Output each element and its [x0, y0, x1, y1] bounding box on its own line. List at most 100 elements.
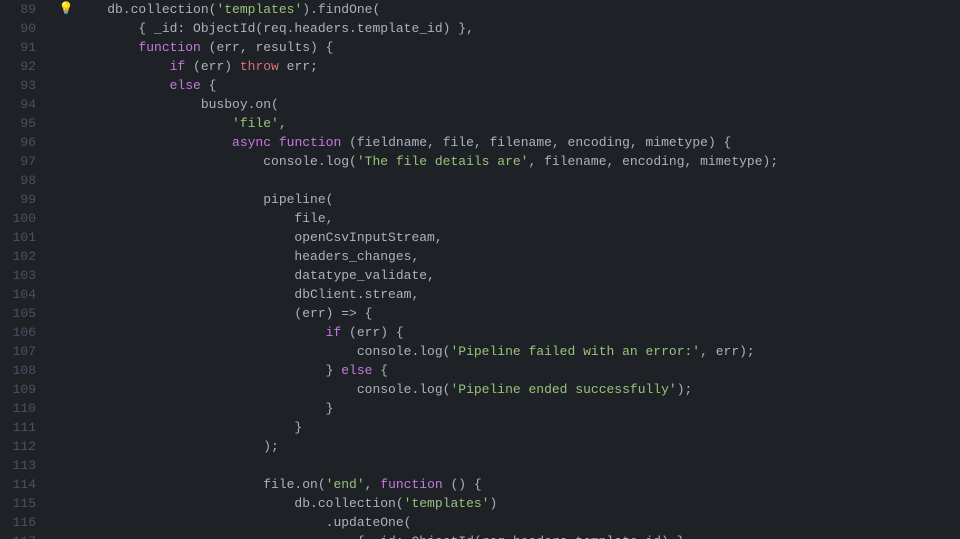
code-text: console.log('The file details are', file… [76, 152, 960, 171]
token [271, 135, 279, 150]
token: 'Pipeline ended successfully' [450, 382, 676, 397]
token: else [170, 78, 201, 93]
code-line: dbClient.stream, [52, 285, 960, 304]
token: 'The file details are' [357, 154, 529, 169]
code-line: file, [52, 209, 960, 228]
token: , err); [700, 344, 755, 359]
token: busboy.on( [76, 97, 279, 112]
token: ); [76, 439, 279, 454]
code-text: datatype_validate, [76, 266, 960, 285]
line-number: 112 [4, 437, 44, 456]
code-text: { _id: ObjectId(req.headers.template_id)… [76, 532, 960, 539]
code-text: console.log('Pipeline ended successfully… [76, 380, 960, 399]
code-line: else { [52, 76, 960, 95]
token: function [380, 477, 442, 492]
token: } [76, 401, 333, 416]
code-text: } [76, 418, 960, 437]
code-text: db.collection('templates') [76, 494, 960, 513]
token: (err) { [341, 325, 403, 340]
code-text: } [76, 399, 960, 418]
token [76, 59, 170, 74]
code-line: pipeline( [52, 190, 960, 209]
line-number: 97 [4, 152, 44, 171]
token: pipeline( [76, 192, 333, 207]
line-numbers: 8990919293949596979899100101102103104105… [0, 0, 52, 539]
code-text: async function (fieldname, file, filenam… [76, 133, 960, 152]
code-line: function (err, results) { [52, 38, 960, 57]
line-number: 101 [4, 228, 44, 247]
bulb-icon[interactable]: 💡 [59, 0, 74, 19]
code-text: file.on('end', function () { [76, 475, 960, 494]
token: { [201, 78, 217, 93]
line-number: 104 [4, 285, 44, 304]
code-line: { _id: ObjectId(req.headers.template_id)… [52, 19, 960, 38]
line-number: 106 [4, 323, 44, 342]
token: console.log( [76, 382, 450, 397]
code-text: console.log('Pipeline failed with an err… [76, 342, 960, 361]
code-text: if (err) throw err; [76, 57, 960, 76]
line-number: 96 [4, 133, 44, 152]
token: file.on( [76, 477, 326, 492]
code-text: function (err, results) { [76, 38, 960, 57]
code-text: else { [76, 76, 960, 95]
token: file, [76, 211, 333, 226]
token: else [341, 363, 372, 378]
gutter-cell: 💡 [56, 0, 76, 19]
token: } [76, 363, 341, 378]
code-line: file.on('end', function () { [52, 475, 960, 494]
line-number: 117 [4, 532, 44, 539]
line-number: 91 [4, 38, 44, 57]
code-text: if (err) { [76, 323, 960, 342]
line-number: 102 [4, 247, 44, 266]
token: (err) => { [76, 306, 372, 321]
code-text: (err) => { [76, 304, 960, 323]
token: console.log( [76, 344, 450, 359]
token: db.collection( [76, 2, 216, 17]
line-number: 94 [4, 95, 44, 114]
line-number: 107 [4, 342, 44, 361]
code-line: } else { [52, 361, 960, 380]
code-line [52, 456, 960, 475]
token: 'end' [326, 477, 365, 492]
token: , [279, 116, 287, 131]
token: ); [677, 382, 693, 397]
line-number: 108 [4, 361, 44, 380]
code-text: { _id: ObjectId(req.headers.template_id)… [76, 19, 960, 38]
token [76, 325, 326, 340]
code-line: openCsvInputStream, [52, 228, 960, 247]
code-editor: 8990919293949596979899100101102103104105… [0, 0, 960, 539]
token: if [326, 325, 342, 340]
token: function [279, 135, 341, 150]
line-number: 93 [4, 76, 44, 95]
token: datatype_validate, [76, 268, 435, 283]
code-line: if (err) { [52, 323, 960, 342]
line-number: 105 [4, 304, 44, 323]
code-text: ); [76, 437, 960, 456]
token: 'templates' [216, 2, 302, 17]
line-number: 109 [4, 380, 44, 399]
token: throw [240, 59, 279, 74]
token [76, 40, 138, 55]
code-line: } [52, 418, 960, 437]
code-line: 'file', [52, 114, 960, 133]
token: (err) [185, 59, 240, 74]
code-text: file, [76, 209, 960, 228]
token: ) [489, 496, 497, 511]
token: (fieldname, file, filename, encoding, mi… [341, 135, 731, 150]
code-area[interactable]: 💡 db.collection('templates').findOne( { … [52, 0, 960, 539]
line-number: 99 [4, 190, 44, 209]
line-number: 89 [4, 0, 44, 19]
code-text: dbClient.stream, [76, 285, 960, 304]
code-line: async function (fieldname, file, filenam… [52, 133, 960, 152]
token [76, 135, 232, 150]
line-number: 98 [4, 171, 44, 190]
token: dbClient.stream, [76, 287, 419, 302]
token: function [138, 40, 200, 55]
line-number: 114 [4, 475, 44, 494]
token: , [365, 477, 381, 492]
token: openCsvInputStream, [76, 230, 443, 245]
code-line: console.log('The file details are', file… [52, 152, 960, 171]
line-number: 113 [4, 456, 44, 475]
code-text: db.collection('templates').findOne( [76, 0, 960, 19]
code-line: 💡 db.collection('templates').findOne( [52, 0, 960, 19]
